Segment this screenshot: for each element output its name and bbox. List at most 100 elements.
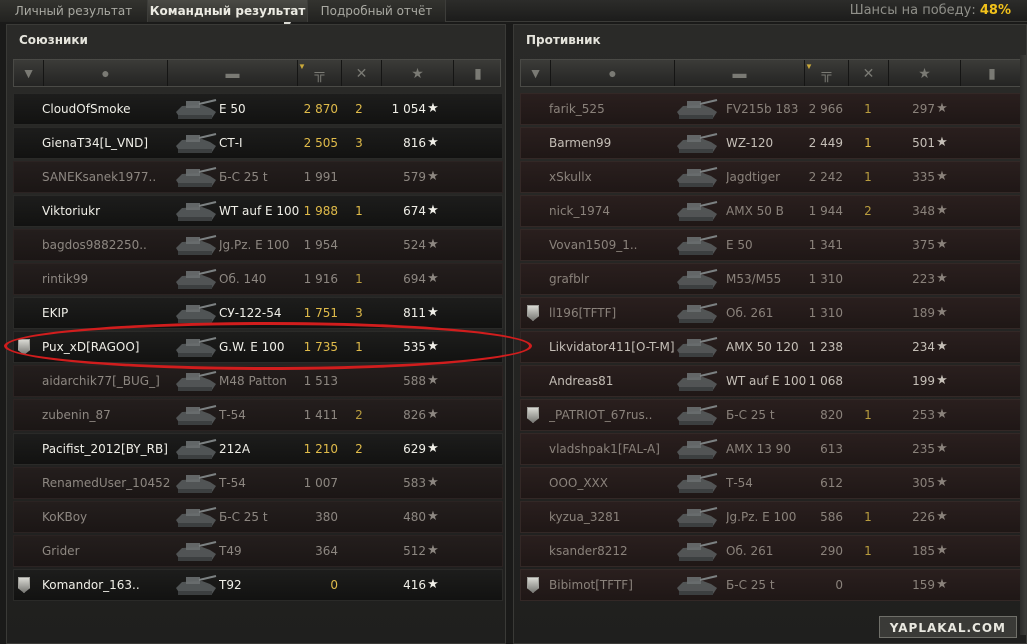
xp-value: 189 xyxy=(912,306,935,320)
xp-value: 583 xyxy=(403,476,426,490)
star-icon: ★ xyxy=(936,169,948,184)
tank-name: G.W. E 100 xyxy=(219,340,285,354)
damage-value: 1 411 xyxy=(303,408,338,422)
player-row[interactable]: Grider T49 364 512 ★ xyxy=(13,535,503,567)
player-row[interactable]: rintik99 Об. 140 1 916 1 694 ★ xyxy=(13,263,503,295)
player-row[interactable]: _PATRIOT_67rus.. Б-С 25 t 820 1 253 ★ xyxy=(520,399,1024,431)
tank-image xyxy=(172,400,222,430)
tank-image xyxy=(172,536,222,566)
player-row[interactable]: zubenin_87 Т-54 1 411 2 826 ★ xyxy=(13,399,503,431)
tank-image xyxy=(172,468,222,498)
player-row[interactable]: RenamedUser_10452 Т-54 1 007 583 ★ xyxy=(13,467,503,499)
win-chance-value: 48% xyxy=(979,3,1011,18)
tank-image xyxy=(172,94,222,124)
badge-slot xyxy=(527,434,547,464)
player-column-icon[interactable]: ● xyxy=(551,60,675,86)
xp-value: 159 xyxy=(912,578,935,592)
player-row[interactable]: aidarchik77[_BUG_] M48 Patton 1 513 588 ★ xyxy=(13,365,503,397)
tank-name: T49 xyxy=(219,544,242,558)
player-row[interactable]: Andreas81 WT auf E 100 1 068 199 ★ xyxy=(520,365,1024,397)
badge-column-icon[interactable]: ▼ xyxy=(14,60,44,86)
player-row[interactable]: Pux_xD[RAGOO] G.W. E 100 1 735 1 535 ★ xyxy=(13,331,503,363)
player-row[interactable]: GienaT34[L_VND] СТ-I 2 505 3 816 ★ xyxy=(13,127,503,159)
player-row[interactable]: nick_1974 AMX 50 B1 944 2 348 ★ xyxy=(520,195,1024,227)
player-row[interactable]: SANEKsanek1977.. Б-С 25 t 1 991 579 ★ xyxy=(13,161,503,193)
player-row[interactable]: ll196[TFTF] Об. 261 1 310 189 ★ xyxy=(520,297,1024,329)
player-row[interactable]: Likvidator411[O-T-M] AMX 50 120 1 238 234 ★ xyxy=(520,331,1024,363)
badge-slot xyxy=(18,570,38,600)
player-name: farik_525 xyxy=(549,102,605,116)
kills-value xyxy=(350,570,368,600)
player-row[interactable]: CloudOfSmoke E 50 2 870 2 1 054 ★ xyxy=(13,93,503,125)
player-row[interactable]: Bibimot[TFTF] Б-С 25 t 0 159 ★ xyxy=(520,569,1024,601)
star-icon: ★ xyxy=(427,407,439,422)
xp-value: 234 xyxy=(912,340,935,354)
badge-slot xyxy=(18,468,38,498)
player-name: Barmen99 xyxy=(549,136,612,150)
player-row[interactable]: bagdos9882250.. Jg.Pz. E 100 1 954 524 ★ xyxy=(13,229,503,261)
player-row[interactable]: Viktoriukr WT auf E 100 1 988 1 674 ★ xyxy=(13,195,503,227)
player-row[interactable]: KoKBoy Б-С 25 t 380 480 ★ xyxy=(13,501,503,533)
tank-column-icon[interactable]: ▬ xyxy=(675,60,805,86)
xp-value: 335 xyxy=(912,170,935,184)
star-icon: ★ xyxy=(427,305,439,320)
player-name: GienaT34[L_VND] xyxy=(42,136,149,150)
player-name: zubenin_87 xyxy=(42,408,111,422)
star-icon: ★ xyxy=(936,543,948,558)
badge-column-icon[interactable]: ▼ xyxy=(521,60,551,86)
player-name: grafblr xyxy=(549,272,590,286)
tank-image xyxy=(172,230,222,260)
player-row[interactable]: EKIP СУ-122-54 1 751 3 811 ★ xyxy=(13,297,503,329)
tank-icon xyxy=(677,337,718,357)
xp-value: 223 xyxy=(912,272,935,286)
tank-icon xyxy=(176,167,217,187)
player-row[interactable]: Vovan1509_1.. E 50 1 341 375 ★ xyxy=(520,229,1024,261)
player-row[interactable]: xSkullx Jagdtiger 2 242 1 335 ★ xyxy=(520,161,1024,193)
player-row[interactable]: ksander8212 Об. 261 290 1 185 ★ xyxy=(520,535,1024,567)
player-row[interactable]: farik_525 FV215b 183 2 966 1 297 ★ xyxy=(520,93,1024,125)
player-name: Likvidator411[O-T-M] xyxy=(549,340,675,354)
tank-name: Об. 140 xyxy=(219,272,267,286)
badge-slot xyxy=(527,366,547,396)
damage-value: 1 238 xyxy=(808,340,843,354)
kills-column-icon[interactable]: ✕ xyxy=(342,60,382,86)
player-name: Pacifist_2012[BY_RB] xyxy=(42,442,168,456)
player-row[interactable]: Pacifist_2012[BY_RB] 212А 1 210 2 629 ★ xyxy=(13,433,503,465)
kills-value: 1 xyxy=(355,204,363,218)
tank-image xyxy=(673,196,723,226)
xp-column-icon[interactable]: ★ xyxy=(889,60,961,86)
damage-column-icon[interactable]: ▼ ╦ xyxy=(298,60,342,86)
damage-column-icon[interactable]: ▼ ╦ xyxy=(805,60,849,86)
tab-detailed-report[interactable]: Подробный отчёт xyxy=(308,0,446,22)
player-column-icon[interactable]: ● xyxy=(44,60,168,86)
tank-image xyxy=(673,94,723,124)
tank-column-icon[interactable]: ▬ xyxy=(168,60,298,86)
xp-value: 524 xyxy=(403,238,426,252)
player-row[interactable]: vladshpak1[FAL-A] AMX 13 90 613 235 ★ xyxy=(520,433,1024,465)
tab-team-result[interactable]: Командный результат xyxy=(148,0,308,22)
player-row[interactable]: grafblr M53/M55 1 310 223 ★ xyxy=(520,263,1024,295)
kills-value xyxy=(350,366,368,396)
damage-value: 1 916 xyxy=(303,272,338,286)
player-row[interactable]: kyzua_3281 Jg.Pz. E 100 586 1 226 ★ xyxy=(520,501,1024,533)
damage-value: 1 988 xyxy=(303,204,338,218)
medal-column-icon[interactable]: ▮ xyxy=(961,60,1023,86)
player-name: kyzua_3281 xyxy=(549,510,621,524)
tab-personal-result[interactable]: Личный результат xyxy=(0,0,148,22)
allies-title: Союзники xyxy=(19,33,88,47)
tank-image xyxy=(172,128,222,158)
kills-column-icon[interactable]: ✕ xyxy=(849,60,889,86)
player-row[interactable]: Komandor_163.. T92 0 416 ★ xyxy=(13,569,503,601)
tank-icon xyxy=(176,133,217,153)
kills-value: 1 xyxy=(864,510,872,524)
badge-slot xyxy=(527,196,547,226)
tank-image xyxy=(172,366,222,396)
xp-column-icon[interactable]: ★ xyxy=(382,60,454,86)
scrollbar[interactable] xyxy=(1020,55,1026,635)
damage-value: 1 310 xyxy=(808,306,843,320)
badge-slot xyxy=(527,468,547,498)
player-row[interactable]: Barmen99 WZ-120 2 449 1 501 ★ xyxy=(520,127,1024,159)
tank-image xyxy=(673,128,723,158)
medal-column-icon[interactable]: ▮ xyxy=(454,60,502,86)
player-row[interactable]: OOO_XXX Т-54 612 305 ★ xyxy=(520,467,1024,499)
